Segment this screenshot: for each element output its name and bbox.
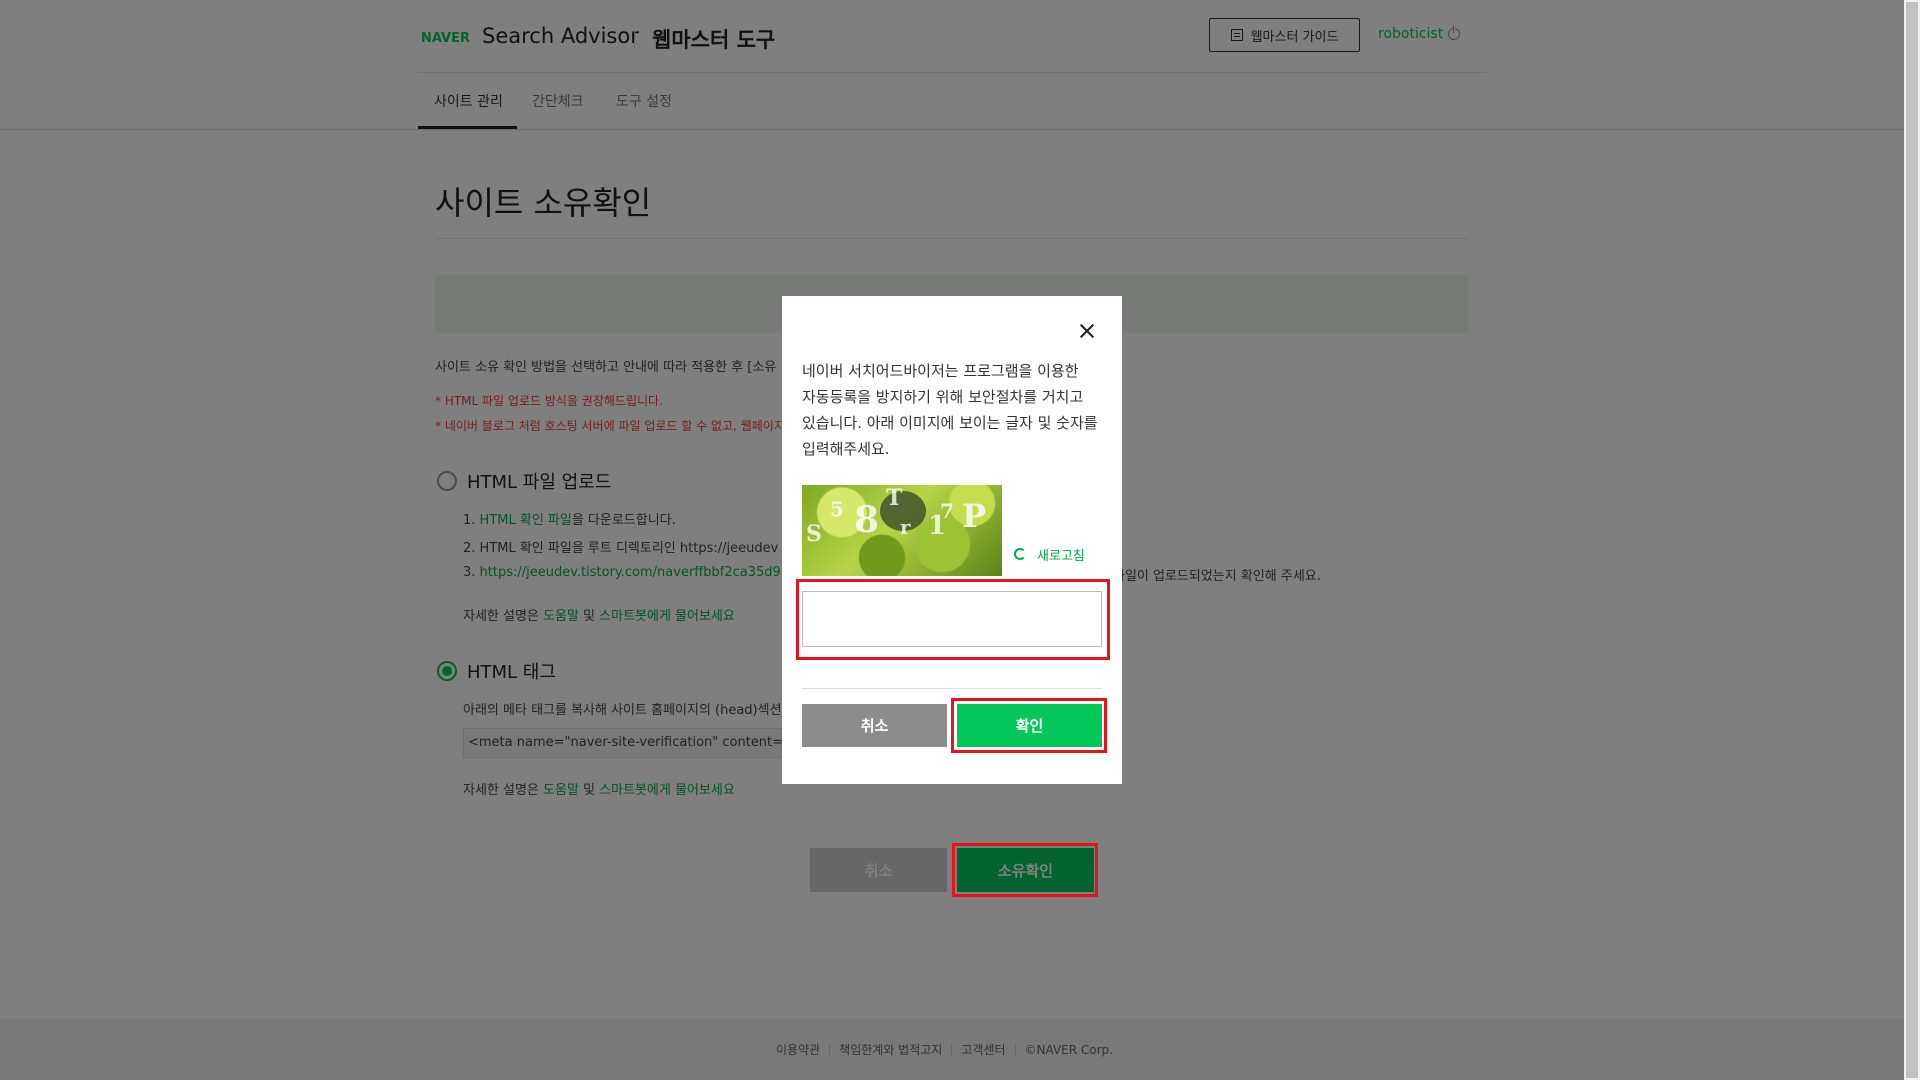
modal-cancel-button[interactable]: 취소 <box>802 704 947 747</box>
captcha-char: 5 <box>830 497 844 521</box>
captcha-input[interactable] <box>802 591 1102 647</box>
captcha-char: P <box>962 497 987 535</box>
refresh-captcha-link[interactable]: 새로고침 <box>1037 545 1085 564</box>
captcha-char: T <box>886 485 903 511</box>
modal-divider <box>802 688 1102 689</box>
captcha-image: S 5 8 T r 1 7 P <box>802 485 1002 576</box>
captcha-char: S <box>806 521 822 547</box>
refresh-icon[interactable] <box>1014 548 1026 560</box>
scrollbar-thumb[interactable] <box>1906 2 1918 1078</box>
captcha-char: r <box>900 515 911 539</box>
highlight-verify-button <box>952 843 1098 897</box>
captcha-char: 7 <box>940 499 954 523</box>
highlight-confirm-button <box>951 698 1107 753</box>
captcha-char: 8 <box>854 499 880 541</box>
close-icon[interactable] <box>1078 322 1096 340</box>
captcha-message: 네이버 서치어드바이저는 프로그램을 이용한 자동등록을 방지하기 위해 보안절… <box>802 362 1098 458</box>
